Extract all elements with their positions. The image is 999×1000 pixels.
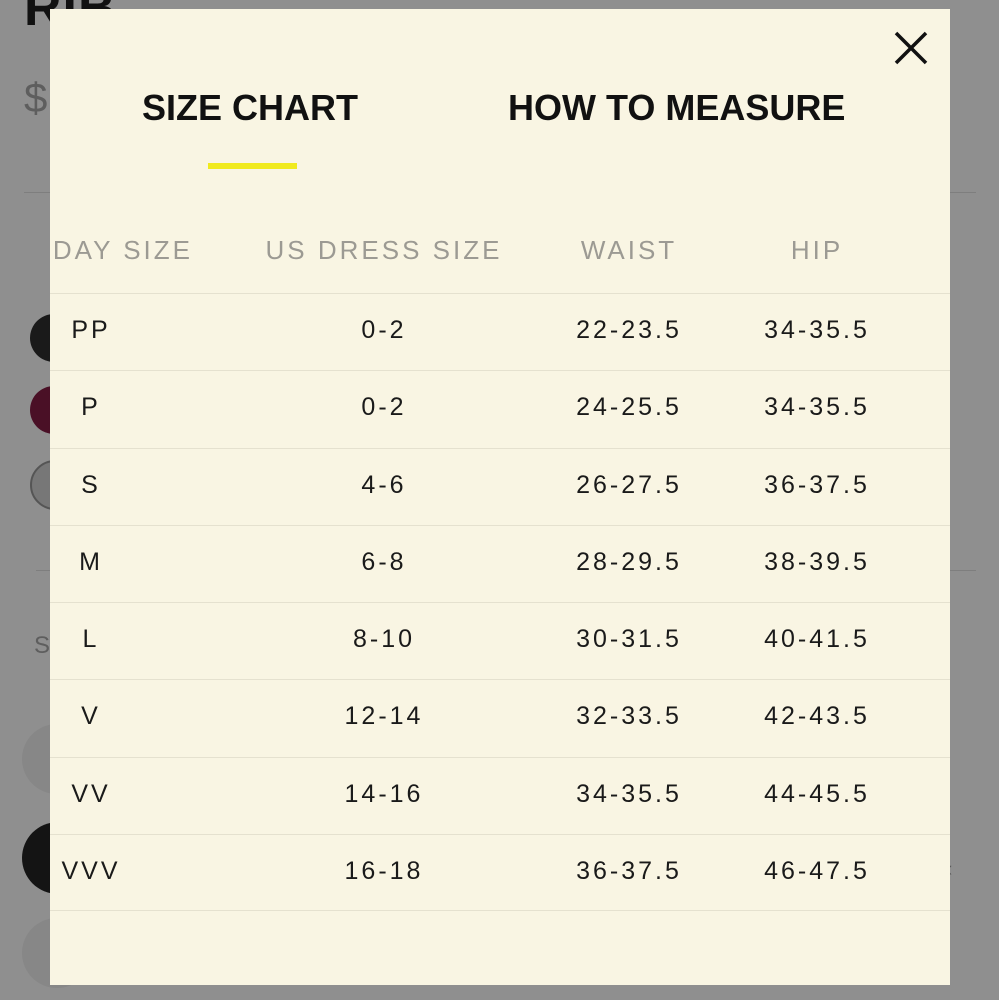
cell-hip: 36-37.5 [764, 470, 870, 499]
table-row: PP 0-2 22-23.5 34-35.5 [50, 293, 950, 370]
cell-hip: 42-43.5 [764, 702, 870, 731]
cell-waist: 24-25.5 [576, 393, 682, 422]
header-sunday-size: SUNDAY SIZE [50, 235, 193, 265]
header-hip: HIP [790, 235, 844, 265]
table-row: L 8-10 30-31.5 40-41.5 [50, 602, 950, 679]
cell-us-dress-size: 0-2 [361, 316, 407, 344]
cell-hip: 46-47.5 [764, 857, 870, 886]
size-table-body: PP 0-2 22-23.5 34-35.5 P 0-2 24-25.5 34-… [50, 293, 950, 912]
cell-sunday-size: M [79, 547, 103, 576]
cell-sunday-size: PP [71, 316, 111, 344]
cell-sunday-size: P [81, 393, 101, 422]
cell-us-dress-size: 8-10 [352, 625, 416, 654]
cell-us-dress-size: 6-8 [361, 547, 407, 576]
header-us-dress-size: US DRESS SIZE [265, 235, 503, 265]
cell-sunday-size: V [81, 702, 101, 731]
table-row: V 12-14 32-33.5 42-43.5 [50, 679, 950, 756]
cell-hip: 38-39.5 [764, 547, 870, 576]
cell-us-dress-size: 12-14 [344, 702, 424, 731]
cell-sunday-size: S [81, 470, 101, 499]
active-tab-indicator [208, 163, 297, 169]
cell-waist: 30-31.5 [576, 625, 682, 654]
cell-waist: 34-35.5 [576, 779, 682, 808]
cell-us-dress-size: 4-6 [361, 470, 407, 499]
table-row: VVV 16-18 36-37.5 46-47.5 [50, 834, 950, 912]
section-label: S [34, 632, 51, 659]
table-row: M 6-8 28-29.5 38-39.5 [50, 524, 950, 602]
table-header: SUNDAY SIZE US DRESS SIZE WAIST HIP [50, 235, 950, 267]
cell-sunday-size: L [82, 625, 100, 654]
cell-hip: 34-35.5 [764, 316, 870, 344]
cell-waist: 36-37.5 [576, 857, 682, 886]
cell-us-dress-size: 16-18 [344, 857, 424, 886]
size-chart-modal: SIZE CHART HOW TO MEASURE SUNDAY SIZE US… [50, 9, 950, 985]
cell-hip: 44-45.5 [764, 779, 870, 808]
tab-size-chart[interactable]: SIZE CHART [142, 87, 358, 129]
cell-waist: 22-23.5 [576, 316, 682, 344]
tab-how-to-measure[interactable]: HOW TO MEASURE [508, 87, 845, 129]
cell-sunday-size: VVV [61, 857, 121, 886]
cell-us-dress-size: 14-16 [344, 779, 424, 808]
cell-sunday-size: VV [71, 779, 111, 808]
cell-waist: 26-27.5 [576, 470, 682, 499]
cell-hip: 40-41.5 [764, 625, 870, 654]
table-row: S 4-6 26-27.5 36-37.5 [50, 447, 950, 525]
price-symbol: $ [24, 74, 48, 121]
close-icon[interactable] [890, 27, 932, 69]
header-waist: WAIST [580, 235, 678, 265]
cell-hip: 34-35.5 [764, 393, 870, 422]
cell-waist: 28-29.5 [576, 547, 682, 576]
table-row: P 0-2 24-25.5 34-35.5 [50, 370, 950, 447]
table-row: VV 14-16 34-35.5 44-45.5 [50, 756, 950, 834]
cell-us-dress-size: 0-2 [361, 393, 407, 422]
cell-waist: 32-33.5 [576, 702, 682, 731]
